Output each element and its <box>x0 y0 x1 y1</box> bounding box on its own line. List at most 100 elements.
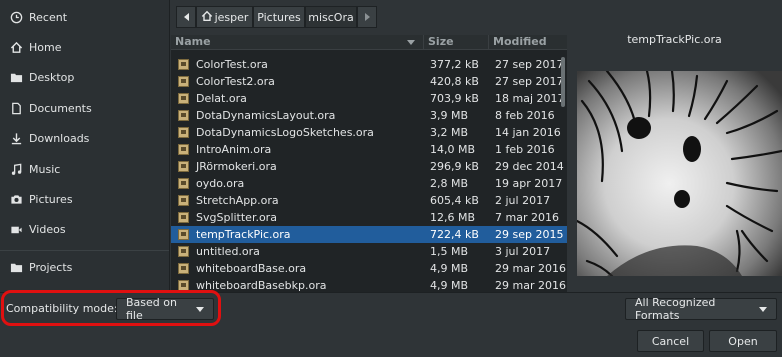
chevron-right-icon <box>364 13 370 21</box>
image-file-icon <box>178 110 189 121</box>
file-size: 4,9 MB <box>430 262 469 275</box>
sidebar-item-downloads[interactable]: Downloads <box>0 124 169 152</box>
file-modified: 3 jul 2017 <box>495 245 551 258</box>
file-filter-dropdown[interactable]: All Recognized Formats <box>625 296 777 322</box>
sidebar-item-label: Videos <box>29 222 66 236</box>
file-size: 420,8 kB <box>430 75 479 88</box>
path-back-button[interactable] <box>176 6 196 28</box>
path-crumb-label: Pictures <box>257 10 301 24</box>
sidebar-item-home[interactable]: Home <box>0 33 169 61</box>
sidebar-item-recent[interactable]: Recent <box>0 3 169 31</box>
sort-down-icon <box>407 40 415 45</box>
column-header-name[interactable]: Name <box>171 35 424 50</box>
file-modified: 19 apr 2017 <box>495 177 563 190</box>
file-modified: 29 dec 2014 <box>495 160 564 173</box>
sidebar-item-music[interactable]: Music <box>0 155 169 183</box>
video-icon <box>9 222 23 236</box>
file-name: ColorTest2.ora <box>196 75 275 88</box>
file-row[interactable]: IntroAnim.ora 14,0 MB 1 feb 2016 <box>171 141 567 158</box>
file-size: 2,8 MB <box>430 177 469 190</box>
clock-icon <box>9 10 23 24</box>
file-row[interactable]: whiteboardBasebkp.ora 4,9 MB 29 mar 2016 <box>171 277 567 292</box>
image-file-icon <box>178 161 189 172</box>
open-button[interactable]: Open <box>709 330 777 352</box>
file-row[interactable]: ColorTest2.ora 420,8 kB 27 sep 2017 <box>171 73 567 90</box>
image-file-icon <box>178 127 189 138</box>
path-crumb-label: miscOra <box>308 10 354 24</box>
cancel-button[interactable]: Cancel <box>637 330 704 352</box>
places-sidebar: Recent Home Desktop Documents Downloads … <box>0 0 170 292</box>
file-modified: 27 sep 2017 <box>495 58 564 71</box>
image-file-icon <box>178 263 189 274</box>
sidebar-item-desktop[interactable]: Desktop <box>0 63 169 91</box>
image-file-icon <box>178 93 189 104</box>
image-file-icon <box>178 144 189 155</box>
scrollbar-thumb[interactable] <box>561 57 565 107</box>
file-row[interactable]: DotaDynamicsLogoSketches.ora 3,2 MB 14 jan… <box>171 124 567 141</box>
file-row[interactable]: Delat.ora 703,9 kB 18 maj 2017 <box>171 90 567 107</box>
column-header-label: Size <box>428 35 454 48</box>
file-size: 3,2 MB <box>430 126 469 139</box>
file-modified: 29 mar 2016 <box>495 279 566 292</box>
file-size: 12,6 MB <box>430 211 476 224</box>
file-row[interactable]: tempTrackPic.ora 722,4 kB 29 sep 2015 <box>171 226 567 243</box>
file-list[interactable]: Name Size Modified ColorTest.ora 377,2 kB… <box>171 35 567 292</box>
file-size: 722,4 kB <box>430 228 479 241</box>
image-file-icon <box>178 59 189 70</box>
sidebar-item-pictures[interactable]: Pictures <box>0 185 169 213</box>
home-icon <box>9 40 23 54</box>
path-crumb-home[interactable]: jesper <box>196 6 253 28</box>
column-header-label: Name <box>175 35 211 48</box>
file-size: 1,5 MB <box>430 245 469 258</box>
path-crumb-label: jesper <box>214 10 249 24</box>
file-size: 4,9 MB <box>430 279 469 292</box>
image-file-icon <box>178 229 189 240</box>
path-crumb-pictures[interactable]: Pictures <box>253 6 305 28</box>
column-header-size[interactable]: Size <box>424 35 489 50</box>
path-forward-button[interactable] <box>357 6 377 28</box>
file-name: whiteboardBase.ora <box>196 262 307 275</box>
file-size: 3,9 MB <box>430 109 469 122</box>
file-name: SvgSplitter.ora <box>196 211 277 224</box>
sidebar-item-label: Recent <box>29 10 68 24</box>
file-modified: 27 sep 2017 <box>495 75 564 88</box>
image-file-icon <box>178 212 189 223</box>
file-row[interactable]: whiteboardBase.ora 4,9 MB 29 mar 2016 <box>171 260 567 277</box>
dropdown-value: All Recognized Formats <box>635 296 716 322</box>
preview-image <box>577 71 782 276</box>
path-crumb-miscora[interactable]: miscOra <box>305 6 357 28</box>
list-header: Name Size Modified <box>171 35 567 50</box>
sidebar-item-label: Downloads <box>29 131 90 145</box>
file-name: Delat.ora <box>196 92 247 105</box>
sidebar-item-projects[interactable]: Projects <box>0 253 169 281</box>
download-icon <box>9 131 23 145</box>
music-icon <box>9 162 23 176</box>
file-modified: 1 feb 2016 <box>495 143 555 156</box>
home-icon <box>201 10 213 25</box>
preview-pane: tempTrackPic.ora <box>567 0 782 292</box>
file-modified: 14 jan 2016 <box>495 126 561 139</box>
file-size: 377,2 kB <box>430 58 479 71</box>
file-row[interactable]: ColorTest.ora 377,2 kB 27 sep 2017 <box>171 56 567 73</box>
column-header-modified[interactable]: Modified <box>489 35 567 50</box>
sidebar-item-documents[interactable]: Documents <box>0 94 169 122</box>
highlight-ring <box>1 290 221 326</box>
camera-icon <box>9 192 23 206</box>
file-row[interactable]: SvgSplitter.ora 12,6 MB 7 mar 2016 <box>171 209 567 226</box>
sidebar-item-label: Documents <box>29 101 92 115</box>
preview-title: tempTrackPic.ora <box>627 33 722 46</box>
file-row[interactable]: StretchApp.ora 605,4 kB 2 jul 2017 <box>171 192 567 209</box>
file-row[interactable]: untitled.ora 1,5 MB 3 jul 2017 <box>171 243 567 260</box>
file-name: DotaDynamicsLogoSketches.ora <box>196 126 374 139</box>
sidebar-item-videos[interactable]: Videos <box>0 215 169 243</box>
image-file-icon <box>178 76 189 87</box>
file-row[interactable]: oydo.ora 2,8 MB 19 apr 2017 <box>171 175 567 192</box>
file-name: DotaDynamicsLayout.ora <box>196 109 336 122</box>
file-size: 14,0 MB <box>430 143 476 156</box>
file-row[interactable]: JRörmokeri.ora 296,9 kB 29 dec 2014 <box>171 158 567 175</box>
sidebar-item-label: Projects <box>29 260 73 274</box>
sidebar-separator <box>0 250 169 251</box>
file-name: whiteboardBasebkp.ora <box>196 279 327 292</box>
file-row[interactable]: DotaDynamicsLayout.ora 3,9 MB 8 feb 2016 <box>171 107 567 124</box>
folder-icon <box>9 70 23 84</box>
